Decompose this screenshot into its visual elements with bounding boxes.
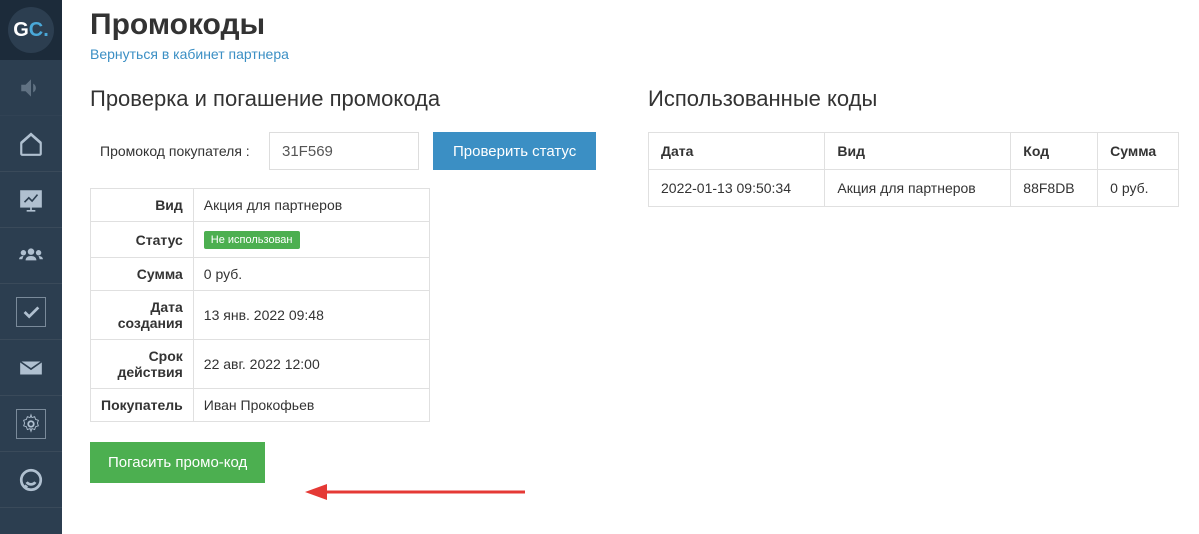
col-type: Вид bbox=[825, 133, 1011, 170]
table-row: Сумма 0 руб. bbox=[91, 258, 430, 291]
detail-label: Вид bbox=[91, 189, 194, 222]
logo-circle: GC. bbox=[8, 7, 54, 53]
check-icon bbox=[16, 297, 46, 327]
col-code: Код bbox=[1011, 133, 1098, 170]
promocode-input[interactable] bbox=[269, 132, 419, 170]
check-heading: Проверка и погашение промокода bbox=[90, 86, 620, 112]
sidebar-item-mail[interactable] bbox=[0, 340, 62, 396]
sound-icon bbox=[18, 75, 44, 101]
mail-icon bbox=[18, 355, 44, 381]
detail-value: 22 авг. 2022 12:00 bbox=[193, 340, 429, 389]
cell-code: 88F8DB bbox=[1011, 170, 1098, 207]
gear-icon bbox=[16, 409, 46, 439]
detail-value: 13 янв. 2022 09:48 bbox=[193, 291, 429, 340]
users-icon bbox=[18, 243, 44, 269]
detail-value: Не использован bbox=[193, 222, 429, 258]
sidebar-item-tasks[interactable] bbox=[0, 284, 62, 340]
detail-label: Сумма bbox=[91, 258, 194, 291]
detail-label: Срок действия bbox=[91, 340, 194, 389]
detail-value: Иван Прокофьев bbox=[193, 389, 429, 422]
redeem-button[interactable]: Погасить промо-код bbox=[90, 442, 265, 483]
table-row: Дата создания 13 янв. 2022 09:48 bbox=[91, 291, 430, 340]
detail-label: Дата создания bbox=[91, 291, 194, 340]
main-content: Промокоды Вернуться в кабинет партнера П… bbox=[62, 0, 1199, 534]
sidebar-item-users[interactable] bbox=[0, 228, 62, 284]
sidebar-item-settings[interactable] bbox=[0, 396, 62, 452]
promocode-label: Промокод покупателя : bbox=[90, 143, 255, 159]
used-column: Использованные коды Дата Вид Код Сумма 2… bbox=[648, 86, 1179, 483]
used-heading: Использованные коды bbox=[648, 86, 1179, 112]
sidebar-item-sound[interactable] bbox=[0, 60, 62, 116]
logo[interactable]: GC. bbox=[0, 0, 62, 60]
detail-label: Покупатель bbox=[91, 389, 194, 422]
home-icon bbox=[18, 131, 44, 157]
cell-sum: 0 руб. bbox=[1098, 170, 1179, 207]
detail-label: Статус bbox=[91, 222, 194, 258]
chart-icon bbox=[18, 187, 44, 213]
cell-date: 2022-01-13 09:50:34 bbox=[649, 170, 825, 207]
table-header-row: Дата Вид Код Сумма bbox=[649, 133, 1179, 170]
details-table: Вид Акция для партнеров Статус Не исполь… bbox=[90, 188, 430, 422]
sidebar-item-home[interactable] bbox=[0, 116, 62, 172]
sidebar-item-chat[interactable] bbox=[0, 452, 62, 508]
check-status-button[interactable]: Проверить статус bbox=[433, 132, 596, 170]
back-link[interactable]: Вернуться в кабинет партнера bbox=[90, 46, 289, 62]
col-date: Дата bbox=[649, 133, 825, 170]
table-row: 2022-01-13 09:50:34 Акция для партнеров … bbox=[649, 170, 1179, 207]
cell-type: Акция для партнеров bbox=[825, 170, 1011, 207]
detail-value: Акция для партнеров bbox=[193, 189, 429, 222]
table-row: Вид Акция для партнеров bbox=[91, 189, 430, 222]
used-codes-table: Дата Вид Код Сумма 2022-01-13 09:50:34 А… bbox=[648, 132, 1179, 207]
table-row: Статус Не использован bbox=[91, 222, 430, 258]
page-title: Промокоды bbox=[90, 8, 1179, 42]
chat-icon bbox=[18, 467, 44, 493]
table-row: Покупатель Иван Прокофьев bbox=[91, 389, 430, 422]
col-sum: Сумма bbox=[1098, 133, 1179, 170]
sidebar: GC. bbox=[0, 0, 62, 534]
table-row: Срок действия 22 авг. 2022 12:00 bbox=[91, 340, 430, 389]
detail-value: 0 руб. bbox=[193, 258, 429, 291]
check-column: Проверка и погашение промокода Промокод … bbox=[90, 86, 620, 483]
status-badge: Не использован bbox=[204, 231, 300, 249]
sidebar-item-chart[interactable] bbox=[0, 172, 62, 228]
